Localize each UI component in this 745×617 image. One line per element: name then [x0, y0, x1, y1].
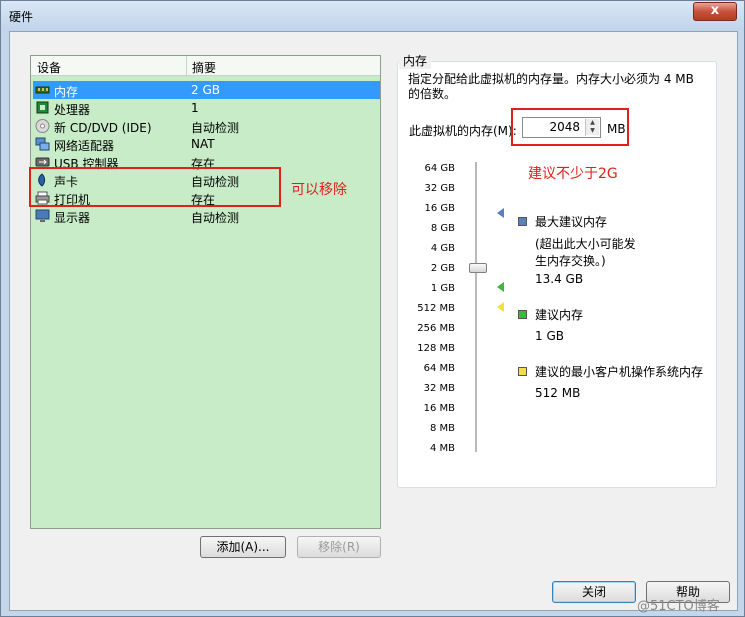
max-recommended-swatch-icon: [518, 217, 527, 226]
memory-description: 指定分配给此虚拟机的内存量。内存大小必须为 4 MB 的倍数。: [408, 72, 694, 101]
display-icon: [35, 209, 50, 222]
min-guest-title: 建议的最小客户机操作系统内存: [535, 365, 704, 379]
device-name: 内存: [54, 85, 79, 99]
column-divider[interactable]: [186, 56, 187, 76]
min-guest-swatch-icon: [518, 367, 527, 376]
cd-dvd-icon: [35, 119, 50, 133]
recommended-swatch-icon: [518, 310, 527, 319]
device-summary: 1: [191, 101, 199, 115]
recommended-marker-icon: [497, 282, 504, 292]
slider-tick-label: 64 GB: [424, 163, 455, 174]
slider-tick-label: 64 MB: [423, 363, 455, 374]
device-name: 显示器: [54, 211, 91, 225]
max-recommended-value: 13.4 GB: [535, 272, 584, 286]
hardware-dialog: 硬件 x 设备 摘要 内存 2 GB 处理器 1 新 CD/DVD (IDE) …: [0, 0, 745, 617]
processor-icon: [36, 101, 49, 114]
max-recommended-title: 最大建议内存: [535, 215, 608, 229]
min-guest-marker-icon: [497, 302, 504, 312]
slider-tick-label: 1 GB: [430, 283, 455, 294]
annotation-removable: 可以移除: [291, 182, 347, 198]
device-list[interactable]: 设备 摘要 内存 2 GB 处理器 1 新 CD/DVD (IDE) 自动检测: [30, 55, 381, 529]
memory-field-label: 此虚拟机的内存(M):: [409, 124, 517, 138]
column-header-summary[interactable]: 摘要: [192, 59, 216, 76]
device-row-processor[interactable]: 处理器 1: [33, 99, 380, 117]
device-summary: 自动检测: [191, 121, 240, 135]
slider-tick-label: 512 MB: [417, 303, 455, 314]
slider-tick-label: 16 MB: [423, 403, 455, 414]
watermark: @51CTO博客: [637, 599, 720, 614]
max-recommended-note: (超出此大小可能发生内存交换。): [535, 237, 636, 268]
memory-slider-track[interactable]: [475, 162, 477, 452]
list-header: 设备 摘要: [31, 56, 380, 76]
recommended-title: 建议内存: [535, 308, 584, 322]
device-row-display[interactable]: 显示器 自动检测: [33, 207, 380, 225]
slider-tick-label: 128 MB: [417, 343, 455, 354]
network-adapter-icon: [35, 137, 50, 151]
slider-tick-label: 8 MB: [429, 423, 455, 434]
title-bar[interactable]: 硬件 x: [1, 1, 744, 31]
recommended-value: 1 GB: [535, 329, 564, 343]
column-header-device[interactable]: 设备: [37, 59, 61, 76]
device-name: 处理器: [54, 103, 91, 117]
annotation-advice: 建议不少于2G: [528, 166, 618, 182]
annotation-box-memory: [511, 108, 629, 146]
remove-device-button[interactable]: 移除(R): [297, 536, 381, 558]
slider-tick-label: 32 MB: [423, 383, 455, 394]
memory-group-title: 内存: [399, 52, 432, 69]
slider-tick-label: 32 GB: [424, 183, 455, 194]
device-row-network-adapter[interactable]: 网络适配器 NAT: [33, 135, 380, 153]
window-title: 硬件: [9, 10, 34, 24]
max-recommended-marker-icon: [497, 208, 504, 218]
add-device-button[interactable]: 添加(A)...: [200, 536, 286, 558]
close-button[interactable]: 关闭: [552, 581, 636, 603]
memory-slider-thumb[interactable]: [469, 263, 487, 273]
slider-tick-label: 2 GB: [430, 263, 455, 274]
device-summary: NAT: [191, 137, 215, 151]
slider-tick-label: 16 GB: [424, 203, 455, 214]
memory-icon: [35, 86, 50, 94]
slider-tick-label: 4 MB: [429, 443, 455, 454]
device-row-cd-dvd[interactable]: 新 CD/DVD (IDE) 自动检测: [33, 117, 380, 135]
device-name: 新 CD/DVD (IDE): [54, 121, 152, 135]
device-summary: 2 GB: [191, 83, 220, 97]
close-icon[interactable]: x: [693, 2, 737, 21]
min-guest-value: 512 MB: [535, 386, 581, 400]
device-summary: 自动检测: [191, 211, 240, 225]
annotation-box-removable: [29, 167, 281, 207]
device-row-memory[interactable]: 内存 2 GB: [33, 81, 380, 99]
slider-tick-label: 256 MB: [417, 323, 455, 334]
device-name: 网络适配器: [54, 139, 115, 153]
slider-tick-label: 4 GB: [430, 243, 455, 254]
slider-tick-label: 8 GB: [430, 223, 455, 234]
